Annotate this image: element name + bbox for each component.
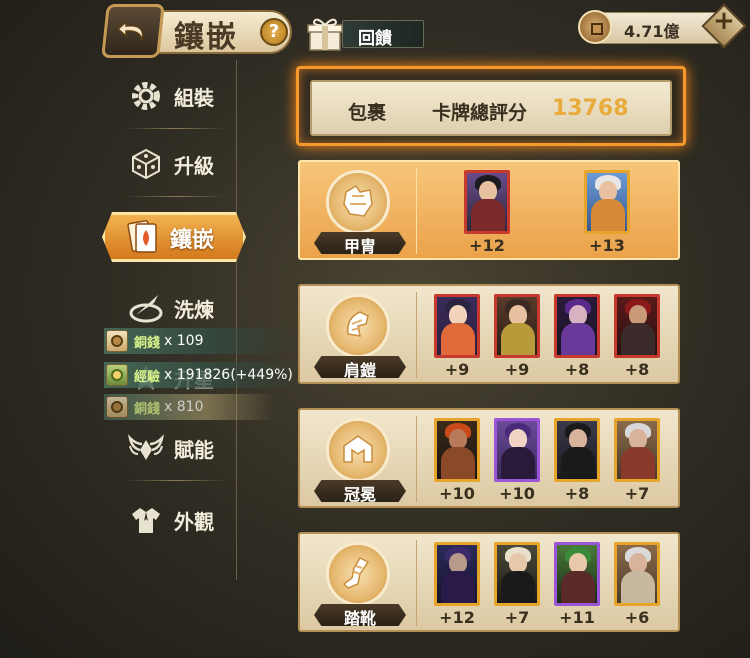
equipped-card[interactable] [434,542,480,606]
equipped-card[interactable] [554,542,600,606]
card-bonus: +9 [504,360,530,379]
slot-name: 肩鎧 [343,361,376,380]
row-divider [416,416,417,502]
slot-row-boots[interactable]: 踏靴 +12 +7 +11 +6 [298,532,680,632]
card-bonus: +8 [564,484,590,503]
equipped-card[interactable] [494,294,540,358]
row-divider [416,540,417,626]
copper-coin-icon [106,396,128,418]
card-bonus: +7 [504,608,530,627]
card-score-label: 卡牌總評分 [432,102,528,124]
row-divider [416,292,417,378]
reward-name: 銅錢 [134,335,161,351]
reward-name: 經驗 [134,369,161,385]
sidebar-item-label: 鑲嵌 [170,228,215,253]
sidebar-separator [126,128,226,129]
slot-row-armor[interactable]: 甲冑 +12 +13 [298,160,680,260]
card-score-value: 13768 [552,96,629,121]
card-bonus: +6 [624,608,650,627]
reward-toast: 銅錢 x 810 [104,394,274,420]
card-bonus: +12 [469,236,505,255]
sidebar-item-assemble[interactable]: 組裝 [112,70,232,122]
slot-name: 冠冕 [343,485,376,504]
equipped-card[interactable] [464,170,510,234]
helmet-icon [326,418,390,482]
equipped-card[interactable] [554,418,600,482]
card-bonus: +8 [564,360,590,379]
reward-count: x 109 [164,333,204,349]
equipped-card[interactable] [434,294,480,358]
slot-name: 踏靴 [343,609,376,628]
feedback-button[interactable]: 回饋 [306,16,424,52]
card-bonus: +10 [439,484,475,503]
equipped-card[interactable] [554,294,600,358]
feedback-label: 回饋 [358,29,392,49]
card-bonus: +7 [624,484,650,503]
experience-icon [106,364,128,386]
wings-icon [126,428,166,468]
equipped-card[interactable] [494,418,540,482]
help-button[interactable]: ? [260,18,288,46]
reward-toast: 經驗 x 191826(+449%) [104,362,304,388]
equipped-card[interactable] [494,542,540,606]
sidebar-item-label: 外觀 [174,509,214,534]
plus-icon: + [713,6,735,36]
sidebar-divider [236,60,237,580]
sidebar-item-upgrade[interactable]: 升級 [112,138,232,190]
gear-icon [126,76,166,116]
boots-icon [326,542,390,606]
shirt-icon [126,500,166,540]
equipped-card[interactable] [614,294,660,358]
equipped-card[interactable] [614,418,660,482]
gift-icon [307,18,343,51]
reward-count: x 810 [164,399,204,415]
sidebar-item-label: 洗煉 [174,297,214,322]
card-bonus: +9 [444,360,470,379]
card-bonus: +12 [439,608,475,627]
back-arrow-icon [116,20,144,41]
kunai-icon [126,288,166,328]
reward-toast: 銅錢 x 109 [104,328,294,354]
reward-name: 銅錢 [134,401,161,417]
copper-coin-icon [578,10,612,44]
card-bonus: +13 [589,236,625,255]
slot-row-shoulder[interactable]: 肩鎧 +9 +9 +8 +8 [298,284,680,384]
armor-icon [326,170,390,234]
equipped-card[interactable] [584,170,630,234]
card-bonus: +10 [499,484,535,503]
sidebar-item-empower[interactable]: 賦能 [112,422,232,474]
sidebar-item-label: 組裝 [174,85,214,110]
equipped-card[interactable] [614,542,660,606]
card-bonus: +11 [559,608,595,627]
sidebar-item-label: 升級 [174,153,214,178]
package-button[interactable]: 包裹 [348,98,386,125]
slot-name: 甲冑 [343,237,376,256]
shoulder-armor-icon [326,294,390,358]
reward-count: x 191826(+449%) [164,367,293,383]
row-divider [416,168,417,254]
card-inlay-icon [127,220,157,253]
sidebar-item-refine[interactable]: 洗煉 [112,282,232,334]
copper-coin-icon [106,330,128,352]
sidebar-separator [126,196,226,197]
sidebar-separator [126,480,226,481]
page-title: 鑲嵌 [174,20,238,55]
sidebar-item-label: 賦能 [174,437,214,462]
dice-icon [126,144,166,184]
equipped-card[interactable] [434,418,480,482]
slot-row-crown[interactable]: 冠冕 +10 +10 +8 +7 [298,408,680,508]
currency-value: 4.71億 [624,22,680,41]
back-button[interactable] [101,4,165,58]
sidebar-item-appearance[interactable]: 外觀 [112,494,232,546]
card-bonus: +8 [624,360,650,379]
